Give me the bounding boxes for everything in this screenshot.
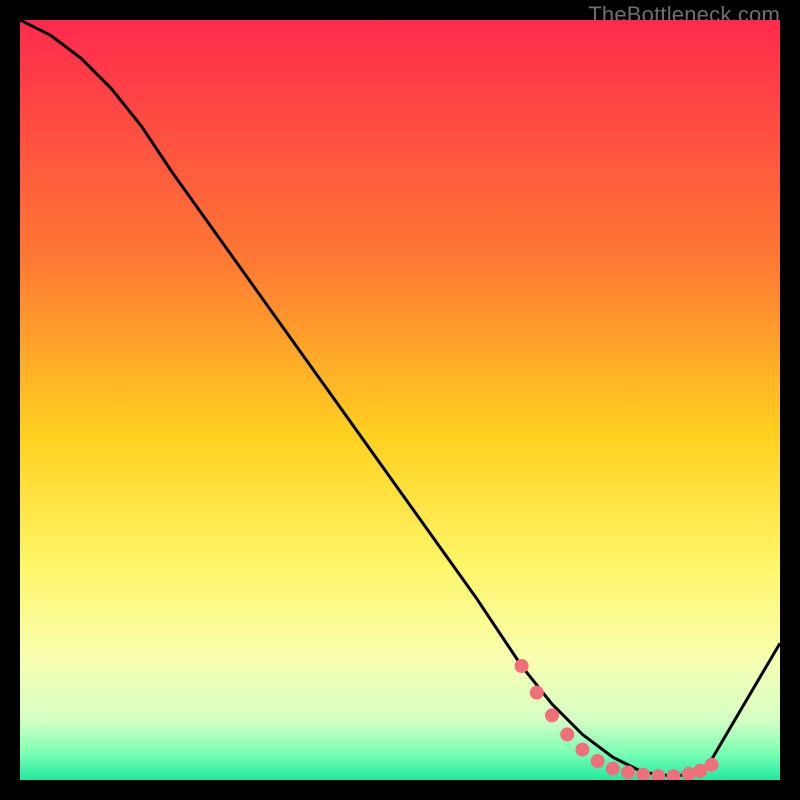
highlight-dot: [545, 708, 559, 722]
highlight-dot: [575, 743, 589, 757]
plot-area: [20, 20, 780, 780]
highlight-dot: [530, 686, 544, 700]
gradient-background: [20, 20, 780, 780]
highlight-dot: [591, 754, 605, 768]
highlight-dot: [560, 727, 574, 741]
highlight-dot: [705, 758, 719, 772]
highlight-dot: [515, 659, 529, 673]
highlight-dot: [606, 762, 620, 776]
chart-stage: TheBottleneck.com: [0, 0, 800, 800]
highlight-dot: [621, 765, 635, 779]
plot-svg: [20, 20, 780, 780]
